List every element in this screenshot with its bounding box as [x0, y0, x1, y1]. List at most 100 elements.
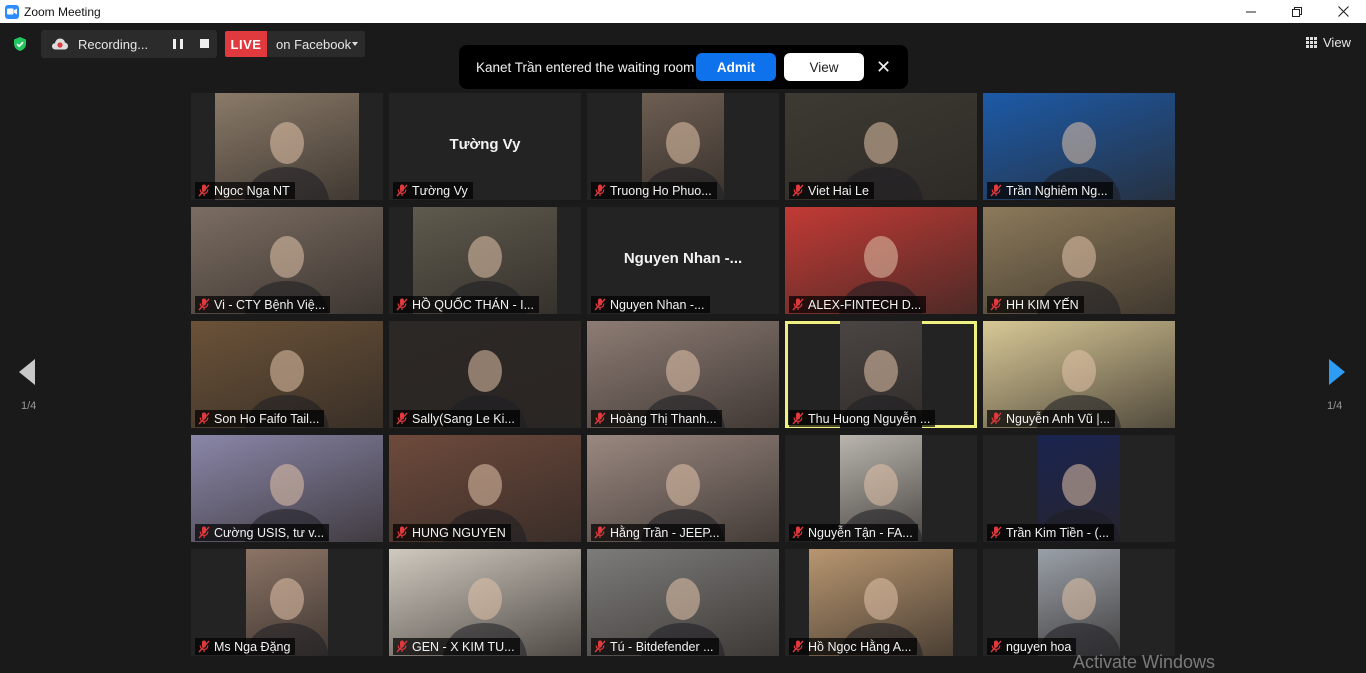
muted-mic-icon: [198, 184, 210, 197]
participant-name-label: Thu Huong Nguyễn ...: [789, 410, 936, 427]
participant-tile[interactable]: Nguyễn Anh Vũ |...: [983, 321, 1175, 428]
participant-tile[interactable]: Ms Nga Đặng: [191, 549, 383, 656]
muted-mic-icon: [198, 640, 210, 653]
participant-tile[interactable]: HUNG NGUYEN: [389, 435, 581, 542]
participant-tile[interactable]: Trần Nghiêm Ng...: [983, 93, 1175, 200]
participant-tile[interactable]: Tường Vy Tường Vy: [389, 93, 581, 200]
participant-tile[interactable]: Hoàng Thị Thanh...: [587, 321, 779, 428]
restore-button[interactable]: [1274, 0, 1320, 23]
muted-mic-icon: [396, 640, 408, 653]
participant-name: Viet Hai Le: [808, 183, 869, 198]
view-layout-button[interactable]: View: [1306, 35, 1351, 50]
muted-mic-icon: [594, 412, 606, 425]
participant-name-label: Ms Nga Đặng: [195, 638, 296, 655]
participant-name: nguyen hoa: [1006, 639, 1072, 654]
participant-name: Hồ Ngọc Hằng A...: [808, 639, 912, 654]
participant-name-label: Hoàng Thị Thanh...: [591, 410, 722, 427]
zoom-app-icon: [5, 4, 19, 19]
muted-mic-icon: [198, 412, 210, 425]
participant-name-label: Ngoc Nga NT: [195, 182, 295, 199]
participant-name-label: Sally(Sang Le Ki...: [393, 410, 520, 427]
muted-mic-icon: [396, 298, 408, 311]
muted-mic-icon: [990, 298, 1002, 311]
participant-tile[interactable]: Truong Ho Phuo...: [587, 93, 779, 200]
activate-windows-watermark: Activate Windows: [1073, 652, 1216, 672]
participant-name-label: ALEX-FINTECH D...: [789, 296, 927, 313]
pause-recording-button[interactable]: [173, 38, 183, 50]
participant-tile[interactable]: GEN - X KIM TU...: [389, 549, 581, 656]
participant-tile[interactable]: Nguyen Nhan -... Nguyen Nhan -...: [587, 207, 779, 314]
participant-tile[interactable]: Trần Kim Tiền - (...: [983, 435, 1175, 542]
muted-mic-icon: [792, 184, 804, 197]
waiting-room-notification: Kanet Trần entered the waiting room Admi…: [459, 45, 908, 89]
recording-label: Recording...: [78, 36, 149, 52]
muted-mic-icon: [396, 184, 408, 197]
admit-button[interactable]: Admit: [696, 53, 776, 81]
participant-name-label: Vi - CTY Bệnh Việ...: [195, 296, 331, 313]
participant-tile[interactable]: HH KIM YẾN: [983, 207, 1175, 314]
participant-tile[interactable]: Sally(Sang Le Ki...: [389, 321, 581, 428]
participant-name: Tú - Bitdefender ...: [610, 639, 714, 654]
participant-name-label: HỒ QUỐC THÁN - I...: [393, 296, 539, 313]
participant-name: Sally(Sang Le Ki...: [412, 411, 515, 426]
participant-name: Cường USIS, tư v...: [214, 525, 325, 540]
view-layout-label: View: [1323, 35, 1351, 50]
participant-tile[interactable]: Hằng Trần - JEEP...: [587, 435, 779, 542]
participant-tile[interactable]: Vi - CTY Bệnh Việ...: [191, 207, 383, 314]
window-titlebar: Zoom Meeting: [0, 0, 1366, 23]
participant-tile[interactable]: ALEX-FINTECH D...: [785, 207, 977, 314]
participant-name-label: Hằng Trần - JEEP...: [591, 524, 725, 541]
minimize-button[interactable]: [1228, 0, 1274, 23]
participant-name: HUNG NGUYEN: [412, 525, 506, 540]
page-indicator-left: 1/4: [21, 400, 37, 412]
participant-name: Tường Vy: [412, 183, 468, 198]
close-icon[interactable]: ✕: [876, 57, 891, 77]
participant-name-label: GEN - X KIM TU...: [393, 638, 520, 655]
participant-name: Nguyen Nhan -...: [610, 297, 705, 312]
participant-name-label: Nguyễn Anh Vũ |...: [987, 410, 1116, 427]
security-shield-icon[interactable]: [12, 36, 28, 52]
participant-tile[interactable]: Nguyễn Tận - FA...: [785, 435, 977, 542]
participant-name-label: Nguyễn Tận - FA...: [789, 524, 918, 541]
participant-name: Trần Nghiêm Ng...: [1006, 183, 1108, 198]
participant-name: Thu Huong Nguyễn ...: [808, 411, 931, 426]
recording-indicator: Recording...: [41, 30, 217, 58]
participant-name-label: Son Ho Faifo Tail...: [195, 410, 325, 427]
muted-mic-icon: [792, 412, 804, 425]
participant-name: GEN - X KIM TU...: [412, 639, 515, 654]
participant-tile[interactable]: Son Ho Faifo Tail...: [191, 321, 383, 428]
participant-name-label: Nguyen Nhan -...: [591, 296, 710, 313]
chevron-down-icon: [352, 42, 358, 46]
close-window-button[interactable]: [1320, 0, 1366, 23]
participant-tile[interactable]: Viet Hai Le: [785, 93, 977, 200]
participant-name: Ms Nga Đặng: [214, 639, 291, 654]
participant-tile[interactable]: Cường USIS, tư v...: [191, 435, 383, 542]
participant-name-label: Tú - Bitdefender ...: [591, 638, 719, 655]
next-page-arrow-icon[interactable]: [1328, 358, 1346, 386]
participant-tile[interactable]: nguyen hoa: [983, 549, 1175, 656]
previous-page-arrow-icon[interactable]: [18, 358, 36, 386]
participant-name: Ngoc Nga NT: [214, 183, 290, 198]
participant-tile[interactable]: Hồ Ngọc Hằng A...: [785, 549, 977, 656]
participant-name: Nguyễn Anh Vũ |...: [1006, 411, 1111, 426]
participant-name: ALEX-FINTECH D...: [808, 297, 922, 312]
participant-name: Vi - CTY Bệnh Việ...: [214, 297, 326, 312]
participant-name: Son Ho Faifo Tail...: [214, 411, 320, 426]
participant-tile[interactable]: HỒ QUỐC THÁN - I...: [389, 207, 581, 314]
muted-mic-icon: [990, 412, 1002, 425]
muted-mic-icon: [990, 526, 1002, 539]
participant-tile[interactable]: Thu Huong Nguyễn ...: [785, 321, 977, 428]
view-waiting-room-button[interactable]: View: [784, 53, 864, 81]
participant-name-label: nguyen hoa: [987, 638, 1077, 655]
participant-name: Truong Ho Phuo...: [610, 183, 712, 198]
muted-mic-icon: [594, 298, 606, 311]
muted-mic-icon: [990, 640, 1002, 653]
participant-tile[interactable]: Tú - Bitdefender ...: [587, 549, 779, 656]
window-title: Zoom Meeting: [24, 4, 101, 19]
participant-name: Trần Kim Tiền - (...: [1006, 525, 1110, 540]
stop-recording-button[interactable]: [200, 39, 209, 48]
live-destination-dropdown[interactable]: on Facebook: [267, 31, 365, 57]
participant-tile[interactable]: Ngoc Nga NT: [191, 93, 383, 200]
muted-mic-icon: [792, 298, 804, 311]
muted-mic-icon: [198, 298, 210, 311]
